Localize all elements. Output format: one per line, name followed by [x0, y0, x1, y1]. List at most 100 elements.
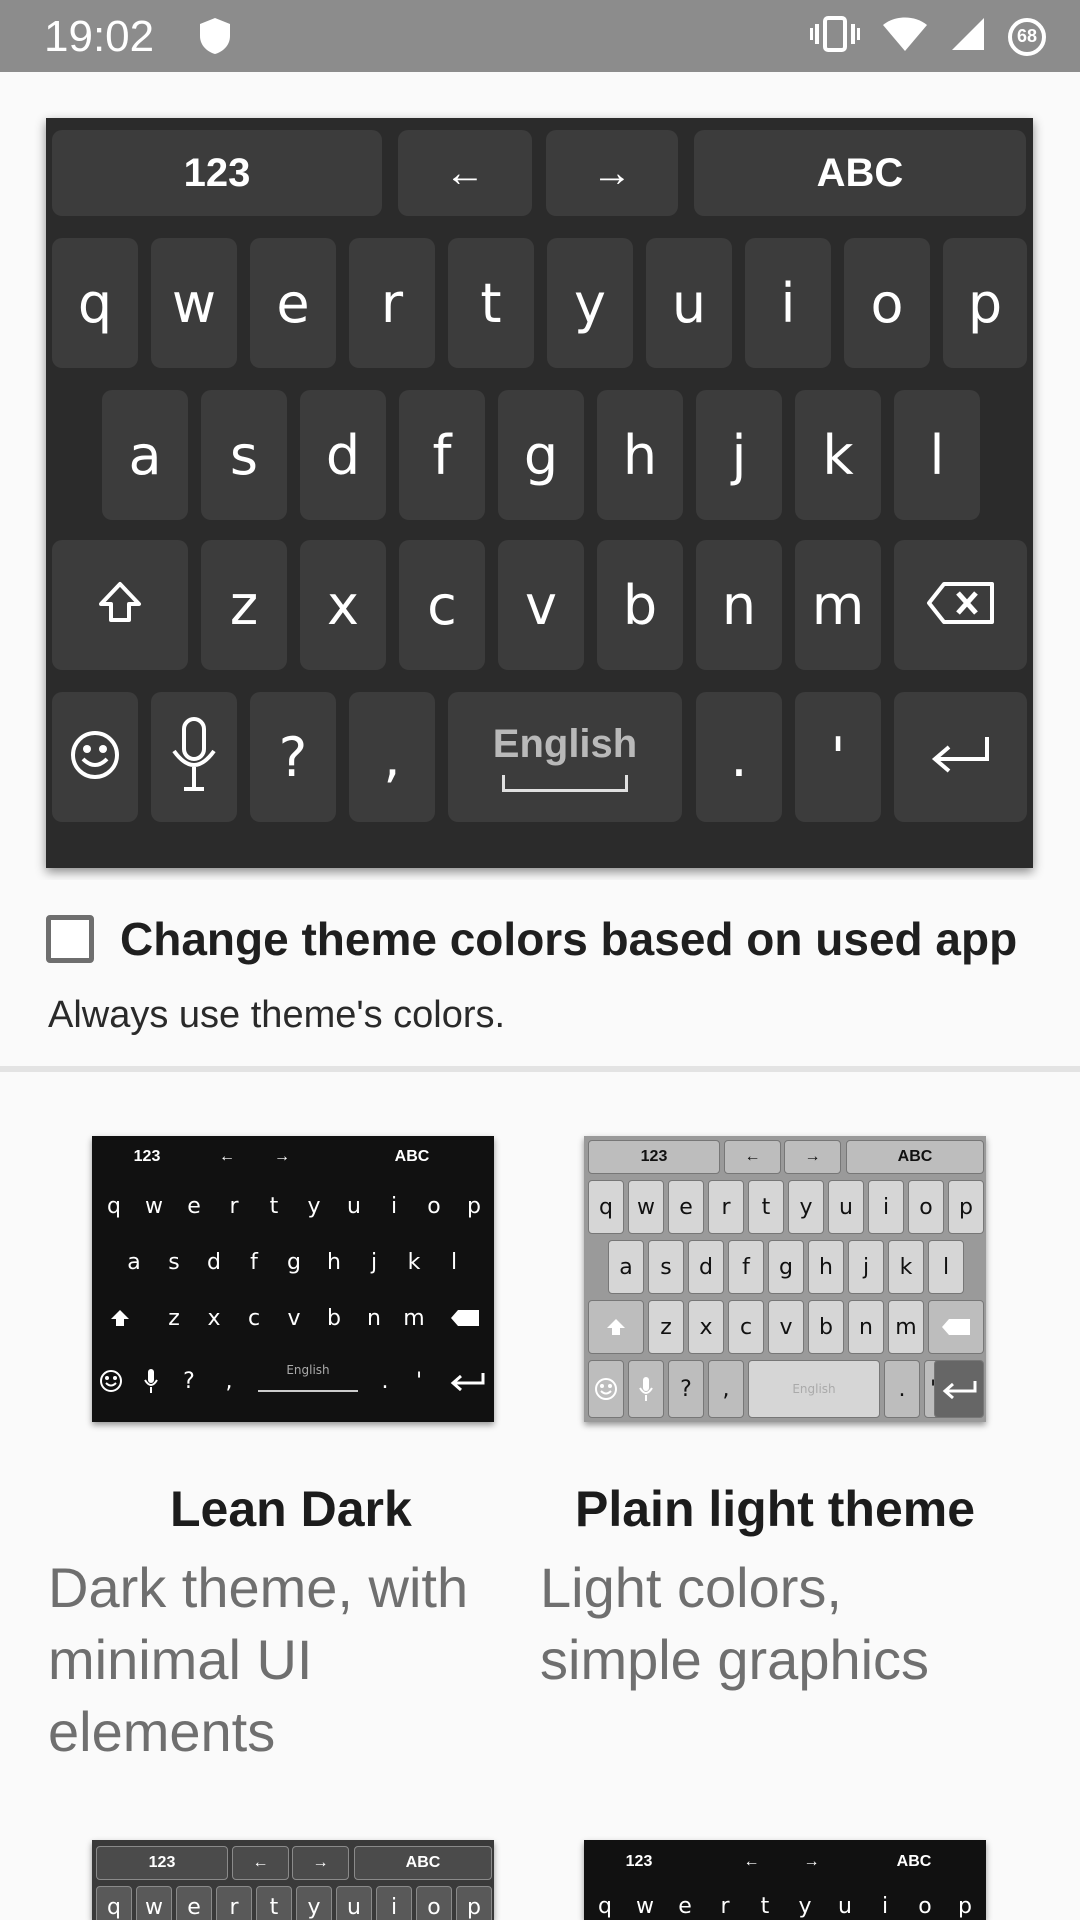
thumb-key: ← — [724, 1140, 781, 1174]
key-period[interactable]: . — [696, 692, 782, 822]
thumb-key: u — [347, 1193, 361, 1219]
thumb-key: q — [598, 1893, 612, 1919]
key-arrow-right[interactable]: → — [546, 130, 678, 216]
key-letter[interactable]: a — [102, 390, 188, 520]
thumb-key: t — [256, 1886, 292, 1920]
emoji-key[interactable] — [52, 692, 138, 822]
key-letter[interactable]: y — [547, 238, 633, 368]
thumb-key: g — [287, 1249, 301, 1275]
thumb-key: → — [803, 1853, 820, 1870]
thumb-space: English — [748, 1360, 880, 1418]
key-letter[interactable]: w — [151, 238, 237, 368]
key-letter[interactable]: v — [498, 540, 584, 670]
backspace-key[interactable] — [894, 540, 1027, 670]
thumb-key: r — [708, 1180, 744, 1234]
thumb-key: i — [376, 1886, 412, 1920]
thumb-key: , — [225, 1368, 233, 1394]
thumb-key: 123 — [625, 1853, 653, 1870]
key-letter[interactable]: t — [448, 238, 534, 368]
key-letter[interactable]: u — [646, 238, 732, 368]
mic-key[interactable] — [151, 692, 237, 822]
theme-thumbnail-partial[interactable]: 123 ← → ABC q w e r t y u i o p — [92, 1840, 494, 1920]
key-letter[interactable]: x — [300, 540, 386, 670]
thumb-key: t — [748, 1180, 784, 1234]
thumb-key: m — [888, 1300, 924, 1354]
thumb-key: f — [250, 1249, 258, 1275]
thumb-key: e — [176, 1886, 212, 1920]
key-question[interactable]: ? — [250, 692, 336, 822]
thumb-key: q — [96, 1886, 132, 1920]
thumb-key: d — [688, 1240, 724, 1294]
theme-colors-setting[interactable] — [0, 880, 1080, 1068]
thumb-key: p — [456, 1886, 492, 1920]
thumb-key: ← — [219, 1148, 235, 1165]
key-comma[interactable]: , — [349, 692, 435, 822]
key-123[interactable]: 123 — [52, 130, 382, 216]
backspace-icon — [440, 1298, 490, 1338]
thumb-key: h — [808, 1240, 844, 1294]
backspace-icon — [928, 1300, 984, 1354]
key-letter[interactable]: i — [745, 238, 831, 368]
shift-icon — [97, 580, 143, 630]
thumb-key: h — [327, 1249, 341, 1275]
thumb-key: k — [888, 1240, 924, 1294]
keyboard-preview: 123 ← → ABC q w e r t y u i o p a s d f … — [46, 118, 1033, 868]
thumb-key: 123 — [588, 1140, 720, 1174]
theme-colors-checkbox[interactable] — [46, 915, 94, 963]
key-letter[interactable]: r — [349, 238, 435, 368]
key-letter[interactable]: z — [201, 540, 287, 670]
key-letter[interactable]: b — [597, 540, 683, 670]
thumb-key: . — [381, 1368, 389, 1394]
thumb-key: q — [107, 1193, 121, 1219]
thumb-key: r — [720, 1893, 730, 1919]
thumb-key: o — [918, 1893, 932, 1919]
thumb-key: t — [269, 1193, 279, 1219]
key-letter[interactable]: g — [498, 390, 584, 520]
theme-thumbnail-partial[interactable]: 123 ← → ABC q w e r t y u i o p — [584, 1840, 986, 1920]
key-abc[interactable]: ABC — [694, 130, 1026, 216]
key-letter[interactable]: l — [894, 390, 980, 520]
thumb-key: z — [648, 1300, 684, 1354]
key-letter[interactable]: e — [250, 238, 336, 368]
thumb-key: w — [136, 1886, 172, 1920]
key-apostrophe[interactable]: ' — [795, 692, 881, 822]
setting-title: Change theme colors based on used app — [120, 913, 1018, 965]
enter-key[interactable] — [894, 692, 1027, 822]
key-letter[interactable]: p — [943, 238, 1027, 368]
theme-description: Dark theme, with minimal UI elements — [48, 1556, 469, 1763]
key-letter[interactable]: q — [52, 238, 138, 368]
thumb-key: ' — [415, 1368, 423, 1394]
thumb-key: x — [688, 1300, 724, 1354]
key-letter[interactable]: h — [597, 390, 683, 520]
key-letter[interactable]: c — [399, 540, 485, 670]
thumb-key: z — [168, 1305, 180, 1331]
thumb-key: ABC — [394, 1148, 430, 1165]
key-letter[interactable]: d — [300, 390, 386, 520]
thumb-key: ABC — [846, 1140, 984, 1174]
key-letter[interactable]: s — [201, 390, 287, 520]
key-letter[interactable]: o — [844, 238, 930, 368]
thumb-space: English — [258, 1350, 358, 1392]
thumb-key: → — [274, 1148, 290, 1165]
thumb-key: t — [760, 1893, 770, 1919]
key-letter[interactable]: j — [696, 390, 782, 520]
thumb-key: k — [407, 1249, 421, 1275]
thumb-key: x — [207, 1305, 221, 1331]
microphone-icon — [628, 1360, 664, 1418]
emoji-icon — [96, 1356, 126, 1406]
thumb-key: l — [928, 1240, 964, 1294]
key-letter[interactable]: k — [795, 390, 881, 520]
key-arrow-left[interactable]: ← — [398, 130, 532, 216]
space-key[interactable]: English — [448, 692, 682, 822]
key-letter[interactable]: m — [795, 540, 881, 670]
key-letter[interactable]: n — [696, 540, 782, 670]
key-letter[interactable]: f — [399, 390, 485, 520]
theme-thumbnail: 123 ← → ABC q w e r t y u i o p a s d f … — [92, 1136, 494, 1422]
theme-title: Plain light theme — [575, 1481, 976, 1537]
thumb-key: m — [403, 1305, 425, 1331]
thumb-key: n — [367, 1305, 381, 1331]
thumb-key: q — [588, 1180, 624, 1234]
app-root: 19:02 68 123 ← → ABC q w e r t y u i o p… — [0, 0, 1080, 1920]
thumb-key: n — [848, 1300, 884, 1354]
shift-key[interactable] — [52, 540, 188, 670]
